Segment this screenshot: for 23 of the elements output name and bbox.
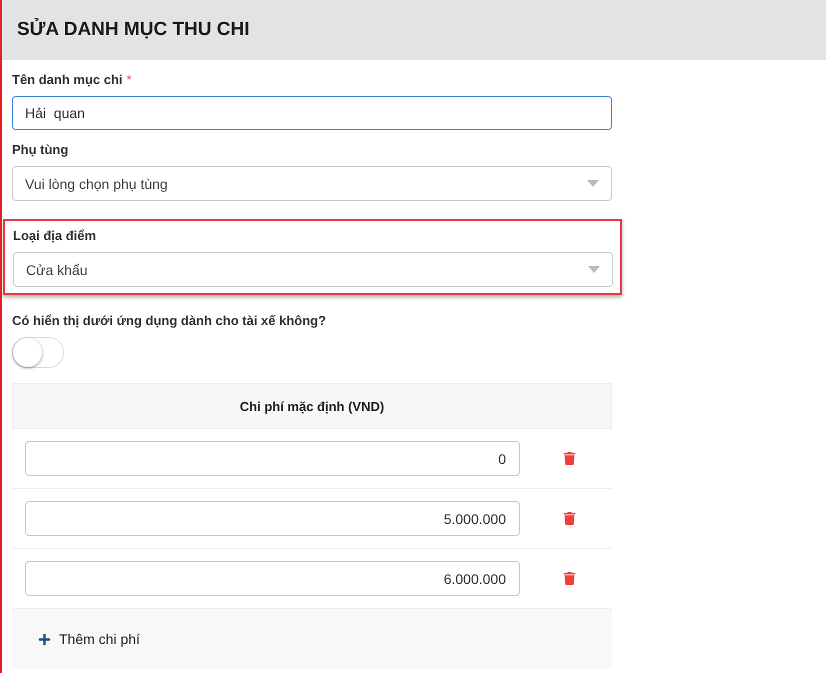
cost-input[interactable]: 6.000.000 <box>25 561 520 596</box>
cost-input[interactable]: 0 <box>25 441 520 476</box>
caret-icon <box>587 180 599 187</box>
plus-icon <box>38 632 51 646</box>
trash-icon[interactable] <box>563 452 576 465</box>
select-field[interactable]: Cửa khẩu <box>13 252 613 287</box>
add-cost-button[interactable]: Thêm chi phí <box>38 631 140 647</box>
name-input[interactable]: Hải quan <box>12 96 612 130</box>
cost-input[interactable]: 5.000.000 <box>25 501 520 536</box>
select-value: Cửa khẩu <box>26 262 88 278</box>
required-mark: * <box>126 72 132 87</box>
toggle-switch[interactable] <box>12 337 64 368</box>
trash-icon[interactable] <box>563 572 576 585</box>
field-label: Loại địa điểm <box>13 228 96 243</box>
field-label: Tên danh mục chi <box>12 72 123 87</box>
select-field[interactable]: Vui lòng chọn phụ tùng <box>12 166 612 201</box>
field-label: Phụ tùng <box>12 142 68 157</box>
caret-icon <box>588 266 600 273</box>
toggle-label: Có hiển thị dưới ứng dụng dành cho tài xế không? <box>12 313 328 328</box>
trash-icon[interactable] <box>563 512 576 525</box>
column-header: Chi phí mặc định (VND) <box>240 398 384 414</box>
page-title: SỬA DANH MỤC THU CHI <box>17 19 250 41</box>
select-placeholder: Vui lòng chọn phụ tùng <box>25 176 168 192</box>
